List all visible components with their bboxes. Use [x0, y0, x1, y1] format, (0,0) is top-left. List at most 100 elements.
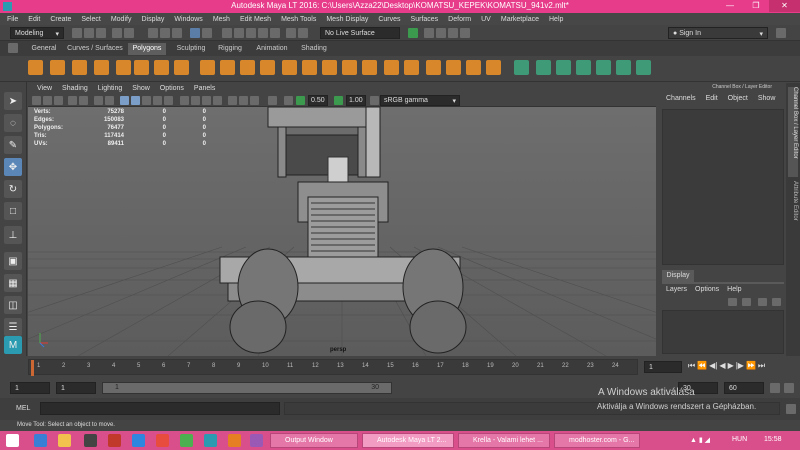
cb-menu-edit[interactable]: Edit	[706, 95, 718, 107]
hypershade-icon[interactable]	[460, 28, 470, 38]
new-layer-icon[interactable]	[758, 298, 767, 306]
bookmark-icon[interactable]	[54, 96, 63, 105]
ambient-occlusion-icon[interactable]	[191, 96, 200, 105]
menu-modify[interactable]: Modify	[108, 16, 139, 23]
clock[interactable]: 15:58	[764, 436, 782, 443]
grid-icon[interactable]	[79, 96, 88, 105]
rotate-tool-icon[interactable]: ↻	[4, 180, 22, 198]
append-polygon-icon[interactable]	[404, 60, 419, 75]
close-button[interactable]: ✕	[769, 0, 800, 12]
animation-start-field[interactable]: 1	[10, 382, 50, 394]
tray-icons[interactable]: ▲ ▮ ◢	[690, 436, 710, 444]
task-krella[interactable]: Krella - Valami lehet ...	[458, 433, 550, 448]
make-live-icon[interactable]	[270, 28, 280, 38]
tab-curves-surfaces[interactable]: Curves / Surfaces	[64, 43, 126, 55]
poly-prism-icon[interactable]	[154, 60, 169, 75]
textured-icon[interactable]	[153, 96, 162, 105]
play-backwards-icon[interactable]: ◀	[719, 361, 725, 371]
film-gate-icon[interactable]	[94, 96, 103, 105]
app2-taskbar-icon[interactable]	[156, 434, 169, 447]
automatic-uv-icon[interactable]	[576, 60, 591, 75]
perspective-viewport[interactable]: View Shading Lighting Show Options Panel…	[28, 83, 656, 356]
shadows-icon[interactable]	[180, 96, 189, 105]
mirror-icon[interactable]	[466, 60, 481, 75]
maximize-button[interactable]: ❐	[743, 0, 769, 12]
menu-mesh-tools[interactable]: Mesh Tools	[278, 16, 323, 23]
combine-icon[interactable]	[200, 60, 215, 75]
new-scene-icon[interactable]	[72, 28, 82, 38]
select-object-icon[interactable]	[160, 28, 170, 38]
vp-menu-view[interactable]: View	[32, 85, 57, 92]
start-button-icon[interactable]	[6, 434, 19, 447]
explorer-taskbar-icon[interactable]	[58, 434, 71, 447]
motion-blur-icon[interactable]	[202, 96, 211, 105]
camera-select-icon[interactable]	[32, 96, 41, 105]
menu-edit-mesh[interactable]: Edit Mesh	[237, 16, 278, 23]
merge-icon[interactable]	[384, 60, 399, 75]
bevel-icon[interactable]	[342, 60, 357, 75]
poly-pipe-icon[interactable]	[174, 60, 189, 75]
app3-taskbar-icon[interactable]	[228, 434, 241, 447]
isolate-select-icon[interactable]	[228, 96, 237, 105]
shelf-menu-icon[interactable]	[8, 43, 18, 53]
exposure-icon[interactable]	[284, 96, 293, 105]
auto-key-icon[interactable]	[770, 383, 780, 393]
tab-channel-box-layer-editor[interactable]: Channel Box / Layer Editor	[788, 87, 798, 177]
scale-tool-icon[interactable]: □	[4, 202, 22, 220]
tab-shading[interactable]: Shading	[296, 43, 332, 55]
sign-in-button[interactable]: ● Sign In ▾	[668, 27, 768, 39]
task-maya[interactable]: Autodesk Maya LT 2...	[362, 433, 454, 448]
gamma-toggle-icon[interactable]	[334, 96, 343, 105]
minimize-button[interactable]: —	[717, 0, 743, 12]
menu-help[interactable]: Help	[546, 16, 570, 23]
sew-uv-icon[interactable]	[616, 60, 631, 75]
boolean-icon[interactable]	[282, 60, 297, 75]
maya-taskbar-icon[interactable]	[204, 434, 217, 447]
step-forward-frame-icon[interactable]: |▶	[736, 361, 744, 371]
ie-taskbar-icon[interactable]	[34, 434, 47, 447]
poly-torus-icon[interactable]	[134, 60, 149, 75]
menu-curves[interactable]: Curves	[375, 16, 407, 23]
move-layer-down-icon[interactable]	[742, 298, 751, 306]
lights-icon[interactable]	[164, 96, 173, 105]
go-to-start-icon[interactable]: ⏮	[688, 361, 695, 371]
save-scene-icon[interactable]	[96, 28, 106, 38]
single-view-icon[interactable]: ▣	[4, 252, 22, 270]
time-slider[interactable]: 1 2 3 4 5 6 7 8 9 10 11 12 13 14 15 16 17 18 19 20 21 22 23 24 …	[0, 356, 800, 378]
task-modhoster[interactable]: modhoster.com - G...	[554, 433, 640, 448]
colorspace-dropdown[interactable]: sRGB gamma ▾	[380, 95, 460, 106]
time-ruler[interactable]: 1 2 3 4 5 6 7 8 9 10 11 12 13 14 15 16 17 18 19 20 21 22 23 24	[28, 359, 638, 376]
menu-surfaces[interactable]: Surfaces	[408, 16, 446, 23]
gamma-field[interactable]: 1.00	[346, 95, 366, 106]
cb-menu-channels[interactable]: Channels	[666, 95, 696, 107]
range-slider[interactable]: 1 30	[102, 382, 392, 394]
cut-uv-icon[interactable]	[596, 60, 611, 75]
tab-rigging[interactable]: Rigging	[214, 43, 246, 55]
animation-preferences-icon[interactable]	[784, 383, 794, 393]
xray-components-icon[interactable]	[268, 96, 277, 105]
anti-aliasing-icon[interactable]	[213, 96, 222, 105]
layer-menu-help[interactable]: Help	[727, 286, 741, 293]
move-layer-up-icon[interactable]	[728, 298, 737, 306]
color-management-icon[interactable]	[370, 96, 379, 105]
extract-icon[interactable]	[240, 60, 255, 75]
task-output-window[interactable]: Output Window	[270, 433, 358, 448]
resolution-gate-icon[interactable]	[105, 96, 114, 105]
vp-menu-show[interactable]: Show	[127, 85, 155, 92]
menu-select[interactable]: Select	[78, 16, 107, 23]
uv-editor-icon[interactable]	[636, 60, 651, 75]
tab-display[interactable]: Display	[662, 270, 694, 282]
exposure-field[interactable]: 0.50	[308, 95, 328, 106]
image-plane-icon[interactable]	[68, 96, 77, 105]
poly-plane-icon[interactable]	[116, 60, 131, 75]
live-surface-field[interactable]: No Live Surface	[320, 27, 400, 39]
paint-select-icon[interactable]: ✎	[4, 136, 22, 154]
cb-menu-show[interactable]: Show	[758, 95, 776, 107]
gear-icon[interactable]	[776, 28, 786, 38]
vp-menu-lighting[interactable]: Lighting	[93, 85, 128, 92]
mode-dropdown[interactable]: Modeling ▾	[10, 27, 64, 39]
snap-grid-icon[interactable]	[222, 28, 232, 38]
target-weld-icon[interactable]	[486, 60, 501, 75]
smooth-icon[interactable]	[260, 60, 275, 75]
tab-animation[interactable]: Animation	[252, 43, 292, 55]
